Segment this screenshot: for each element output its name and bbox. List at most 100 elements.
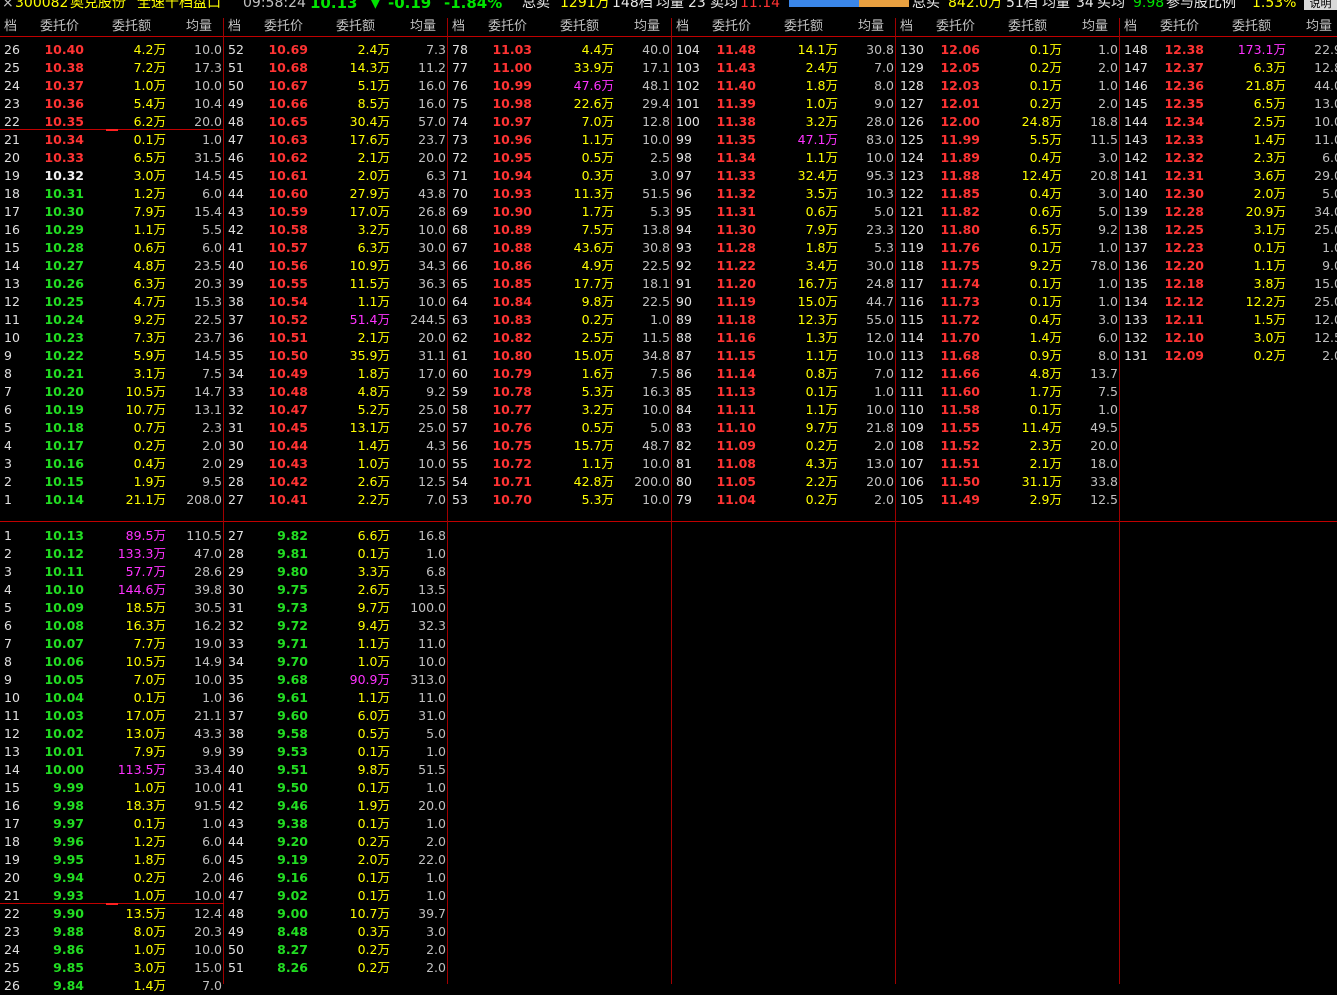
order-level-row[interactable]: 7 10.07 7.7万 19.0 bbox=[0, 635, 224, 653]
order-level-row[interactable]: 19 10.32 3.0万 14.5 bbox=[0, 167, 224, 185]
order-level-row[interactable]: 61 10.80 15.0万 34.8 bbox=[448, 347, 672, 365]
order-level-row[interactable]: 27 9.82 6.6万 16.8 bbox=[224, 527, 448, 545]
order-level-row[interactable]: 141 12.31 3.6万 29.0 bbox=[1120, 167, 1337, 185]
order-level-row[interactable]: 116 11.73 0.1万 1.0 bbox=[896, 293, 1120, 311]
order-level-row[interactable]: 36 9.61 1.1万 11.0 bbox=[224, 689, 448, 707]
order-level-row[interactable]: 35 10.50 35.9万 31.1 bbox=[224, 347, 448, 365]
order-level-row[interactable]: 46 9.16 0.1万 1.0 bbox=[224, 869, 448, 887]
order-level-row[interactable]: 17 9.97 0.1万 1.0 bbox=[0, 815, 224, 833]
order-level-row[interactable]: 122 11.85 0.4万 3.0 bbox=[896, 185, 1120, 203]
order-level-row[interactable]: 145 12.35 6.5万 13.0 bbox=[1120, 95, 1337, 113]
order-level-row[interactable]: 40 10.56 10.9万 34.3 bbox=[224, 257, 448, 275]
order-level-row[interactable]: 51 10.68 14.3万 11.2 bbox=[224, 59, 448, 77]
order-level-row[interactable]: 53 10.70 5.3万 10.0 bbox=[448, 491, 672, 509]
order-level-row[interactable]: 113 11.68 0.9万 8.0 bbox=[896, 347, 1120, 365]
order-level-row[interactable]: 30 10.44 1.4万 4.3 bbox=[224, 437, 448, 455]
order-level-row[interactable]: 4 10.17 0.2万 2.0 bbox=[0, 437, 224, 455]
order-level-row[interactable]: 79 11.04 0.2万 2.0 bbox=[672, 491, 896, 509]
order-level-row[interactable]: 95 11.31 0.6万 5.0 bbox=[672, 203, 896, 221]
order-level-row[interactable]: 96 11.32 3.5万 10.3 bbox=[672, 185, 896, 203]
order-level-row[interactable]: 15 10.28 0.6万 6.0 bbox=[0, 239, 224, 257]
order-level-row[interactable]: 83 11.10 9.7万 21.8 bbox=[672, 419, 896, 437]
order-level-row[interactable]: 72 10.95 0.5万 2.5 bbox=[448, 149, 672, 167]
order-level-row[interactable]: 9 10.22 5.9万 14.5 bbox=[0, 347, 224, 365]
order-level-row[interactable]: 142 12.32 2.3万 6.0 bbox=[1120, 149, 1337, 167]
order-level-row[interactable]: 16 9.98 18.3万 91.5 bbox=[0, 797, 224, 815]
order-level-row[interactable]: 41 10.57 6.3万 30.0 bbox=[224, 239, 448, 257]
order-level-row[interactable]: 47 10.63 17.6万 23.7 bbox=[224, 131, 448, 149]
order-level-row[interactable]: 31 10.45 13.1万 25.0 bbox=[224, 419, 448, 437]
order-level-row[interactable]: 92 11.22 3.4万 30.0 bbox=[672, 257, 896, 275]
order-level-row[interactable]: 14 10.00 113.5万 33.4 bbox=[0, 761, 224, 779]
order-level-row[interactable]: 110 11.58 0.1万 1.0 bbox=[896, 401, 1120, 419]
order-level-row[interactable]: 80 11.05 2.2万 20.0 bbox=[672, 473, 896, 491]
order-level-row[interactable]: 36 10.51 2.1万 20.0 bbox=[224, 329, 448, 347]
order-level-row[interactable]: 4 10.10 144.6万 39.8 bbox=[0, 581, 224, 599]
order-level-row[interactable]: 106 11.50 31.1万 33.8 bbox=[896, 473, 1120, 491]
order-level-row[interactable]: 35 9.68 90.9万 313.0 bbox=[224, 671, 448, 689]
order-level-row[interactable]: 30 9.75 2.6万 13.5 bbox=[224, 581, 448, 599]
order-level-row[interactable]: 44 10.60 27.9万 43.8 bbox=[224, 185, 448, 203]
order-level-row[interactable]: 68 10.89 7.5万 13.8 bbox=[448, 221, 672, 239]
order-level-row[interactable]: 2 10.12 133.3万 47.0 bbox=[0, 545, 224, 563]
order-level-row[interactable]: 105 11.49 2.9万 12.5 bbox=[896, 491, 1120, 509]
order-level-row[interactable]: 65 10.85 17.7万 18.1 bbox=[448, 275, 672, 293]
order-level-row[interactable]: 69 10.90 1.7万 5.3 bbox=[448, 203, 672, 221]
order-level-row[interactable]: 32 9.72 9.4万 32.3 bbox=[224, 617, 448, 635]
order-level-row[interactable]: 147 12.37 6.3万 12.8 bbox=[1120, 59, 1337, 77]
order-level-row[interactable]: 42 9.46 1.9万 20.0 bbox=[224, 797, 448, 815]
order-level-row[interactable]: 93 11.28 1.8万 5.3 bbox=[672, 239, 896, 257]
order-level-row[interactable]: 130 12.06 0.1万 1.0 bbox=[896, 41, 1120, 59]
order-level-row[interactable]: 43 10.59 17.0万 26.8 bbox=[224, 203, 448, 221]
order-level-row[interactable]: 44 9.20 0.2万 2.0 bbox=[224, 833, 448, 851]
order-level-row[interactable]: 19 9.95 1.8万 6.0 bbox=[0, 851, 224, 869]
order-level-row[interactable]: 17 10.30 7.9万 15.4 bbox=[0, 203, 224, 221]
order-level-row[interactable]: 58 10.77 3.2万 10.0 bbox=[448, 401, 672, 419]
order-level-row[interactable]: 1 10.14 21.1万 208.0 bbox=[0, 491, 224, 509]
order-level-row[interactable]: 138 12.25 3.1万 25.0 bbox=[1120, 221, 1337, 239]
order-level-row[interactable]: 7 10.20 10.5万 14.7 bbox=[0, 383, 224, 401]
order-level-row[interactable]: 49 8.48 0.3万 3.0 bbox=[224, 923, 448, 941]
order-level-row[interactable]: 55 10.72 1.1万 10.0 bbox=[448, 455, 672, 473]
order-level-row[interactable]: 114 11.70 1.4万 6.0 bbox=[896, 329, 1120, 347]
order-level-row[interactable]: 16 10.29 1.1万 5.5 bbox=[0, 221, 224, 239]
order-level-row[interactable]: 63 10.83 0.2万 1.0 bbox=[448, 311, 672, 329]
order-level-row[interactable]: 42 10.58 3.2万 10.0 bbox=[224, 221, 448, 239]
order-level-row[interactable]: 32 10.47 5.2万 25.0 bbox=[224, 401, 448, 419]
order-level-row[interactable]: 136 12.20 1.1万 9.0 bbox=[1120, 257, 1337, 275]
order-level-row[interactable]: 112 11.66 4.8万 13.7 bbox=[896, 365, 1120, 383]
order-level-row[interactable]: 123 11.88 12.4万 20.8 bbox=[896, 167, 1120, 185]
order-level-row[interactable]: 98 11.34 1.1万 10.0 bbox=[672, 149, 896, 167]
order-level-row[interactable]: 70 10.93 11.3万 51.5 bbox=[448, 185, 672, 203]
order-level-row[interactable]: 22 9.90 13.5万 12.4 bbox=[0, 905, 224, 923]
order-level-row[interactable]: 74 10.97 7.0万 12.8 bbox=[448, 113, 672, 131]
order-level-row[interactable]: 73 10.96 1.1万 10.0 bbox=[448, 131, 672, 149]
order-level-row[interactable]: 12 10.02 13.0万 43.3 bbox=[0, 725, 224, 743]
order-level-row[interactable]: 43 9.38 0.1万 1.0 bbox=[224, 815, 448, 833]
order-level-row[interactable]: 115 11.72 0.4万 3.0 bbox=[896, 311, 1120, 329]
order-level-row[interactable]: 97 11.33 32.4万 95.3 bbox=[672, 167, 896, 185]
order-level-row[interactable]: 78 11.03 4.4万 40.0 bbox=[448, 41, 672, 59]
order-level-row[interactable]: 24 10.37 1.0万 10.0 bbox=[0, 77, 224, 95]
order-level-row[interactable]: 1 10.13 89.5万 110.5 bbox=[0, 527, 224, 545]
order-level-row[interactable]: 143 12.33 1.4万 11.0 bbox=[1120, 131, 1337, 149]
order-level-row[interactable]: 50 10.67 5.1万 16.0 bbox=[224, 77, 448, 95]
order-level-row[interactable]: 134 12.12 12.2万 25.0 bbox=[1120, 293, 1337, 311]
order-level-row[interactable]: 104 11.48 14.1万 30.8 bbox=[672, 41, 896, 59]
order-level-row[interactable]: 34 10.49 1.8万 17.0 bbox=[224, 365, 448, 383]
order-level-row[interactable]: 133 12.11 1.5万 12.0 bbox=[1120, 311, 1337, 329]
order-level-row[interactable]: 18 10.31 1.2万 6.0 bbox=[0, 185, 224, 203]
order-level-row[interactable]: 26 9.84 1.4万 7.0 bbox=[0, 977, 224, 995]
order-level-row[interactable]: 100 11.38 3.2万 28.0 bbox=[672, 113, 896, 131]
order-level-row[interactable]: 64 10.84 9.8万 22.5 bbox=[448, 293, 672, 311]
order-level-row[interactable]: 34 9.70 1.0万 10.0 bbox=[224, 653, 448, 671]
order-level-row[interactable]: 131 12.09 0.2万 2.0 bbox=[1120, 347, 1337, 365]
order-level-row[interactable]: 38 9.58 0.5万 5.0 bbox=[224, 725, 448, 743]
help-button[interactable]: 说明 bbox=[1304, 0, 1337, 10]
order-level-row[interactable]: 38 10.54 1.1万 10.0 bbox=[224, 293, 448, 311]
order-level-row[interactable]: 23 10.36 5.4万 10.4 bbox=[0, 95, 224, 113]
order-level-row[interactable]: 8 10.06 10.5万 14.9 bbox=[0, 653, 224, 671]
order-level-row[interactable]: 28 9.81 0.1万 1.0 bbox=[224, 545, 448, 563]
order-level-row[interactable]: 40 9.51 9.8万 51.5 bbox=[224, 761, 448, 779]
order-level-row[interactable]: 13 10.26 6.3万 20.3 bbox=[0, 275, 224, 293]
